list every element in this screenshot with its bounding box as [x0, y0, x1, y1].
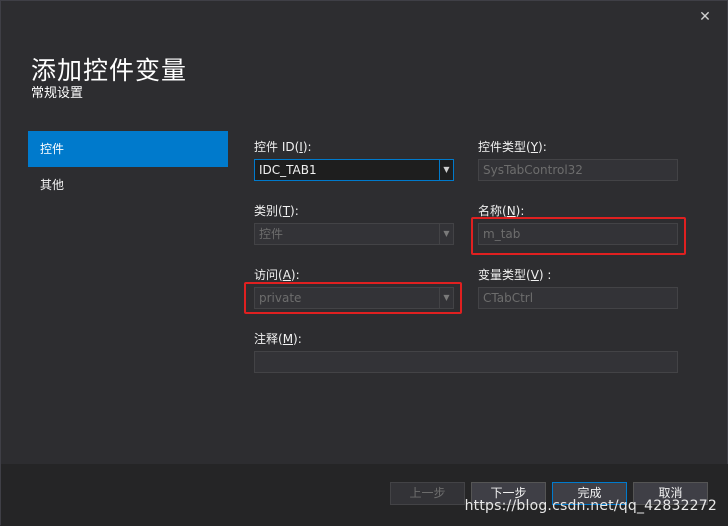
name-label: 名称(N):	[478, 204, 525, 218]
control-id-value: IDC_TAB1	[259, 163, 317, 177]
comment-field	[254, 351, 678, 373]
control-type-field: SysTabControl32	[478, 159, 678, 181]
category-combobox: 控件 ▼	[254, 223, 454, 245]
chevron-down-icon: ▼	[439, 224, 453, 244]
add-control-variable-dialog: ✕ 添加控件变量 常规设置 控件 其他 控件 ID(I): IDC_TAB1 ▼…	[0, 0, 728, 526]
comment-label: 注释(M):	[254, 332, 302, 346]
name-field: m_tab	[478, 223, 678, 245]
access-combobox: private ▼	[254, 287, 454, 309]
nav-item-control[interactable]: 控件	[28, 131, 228, 167]
control-id-label: 控件 ID(I):	[254, 140, 312, 154]
nav-item-other[interactable]: 其他	[28, 167, 228, 203]
variable-type-label: 变量类型(V) :	[478, 268, 552, 282]
access-label: 访问(A):	[254, 268, 300, 282]
chevron-down-icon[interactable]: ▼	[439, 160, 453, 180]
watermark-url: https://blog.csdn.net/qq_42832272	[464, 498, 717, 514]
category-label: 类别(T):	[254, 204, 299, 218]
control-type-label: 控件类型(Y):	[478, 140, 547, 154]
variable-type-field: CTabCtrl	[478, 287, 678, 309]
close-icon[interactable]: ✕	[695, 7, 715, 27]
previous-button: 上一步	[390, 482, 465, 505]
access-value: private	[259, 291, 302, 305]
category-value: 控件	[259, 227, 284, 241]
left-navigation: 控件 其他	[28, 131, 228, 203]
chevron-down-icon: ▼	[439, 288, 453, 308]
dialog-subtitle: 常规设置	[31, 86, 84, 101]
control-id-combobox[interactable]: IDC_TAB1 ▼	[254, 159, 454, 181]
